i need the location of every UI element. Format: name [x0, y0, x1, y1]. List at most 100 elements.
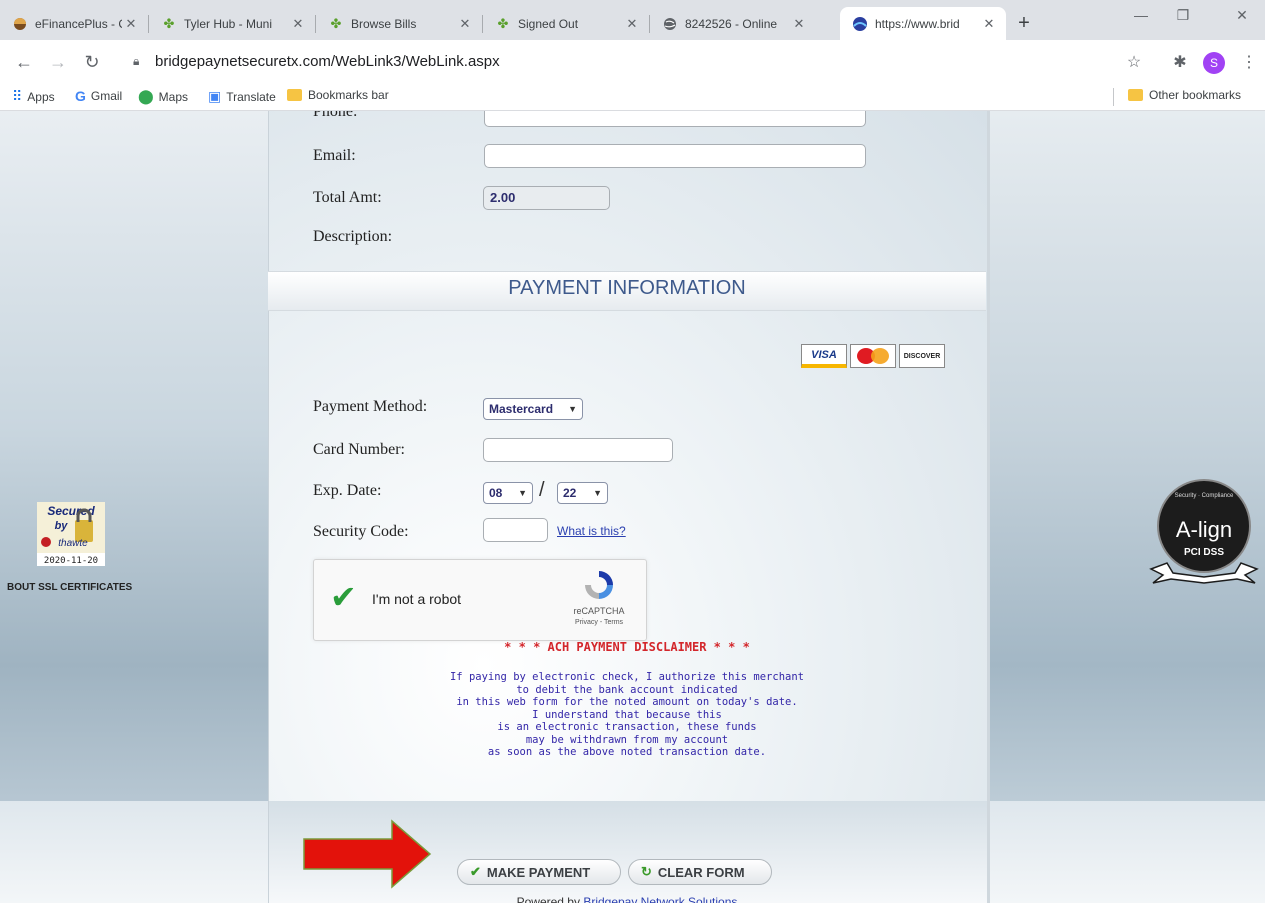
card-number-label: Card Number: — [313, 441, 405, 458]
close-icon[interactable]: ✕ — [456, 16, 474, 32]
discover-logo: DISCOVER — [899, 344, 945, 368]
bookmark-divider — [1113, 88, 1114, 106]
disclaimer-body: If paying by electronic check, I authori… — [268, 671, 986, 759]
ssl-certificates-caption[interactable]: BOUT SSL CERTIFICATES — [7, 582, 132, 593]
checkmark-icon[interactable]: ✔ — [330, 578, 357, 616]
bridgepay-link[interactable]: Bridgepay Network Solutions — [583, 895, 737, 903]
folder-icon — [1128, 89, 1143, 101]
bookmark-star-icon[interactable]: ☆ — [1122, 51, 1146, 75]
clear-form-button[interactable]: ↻ CLEAR FORM — [628, 859, 772, 885]
email-label: Email: — [313, 147, 356, 164]
maps-pin-icon: ⬤ — [138, 88, 154, 104]
bridgepay-icon — [852, 16, 868, 32]
security-code-label: Security Code: — [313, 523, 409, 540]
description-label: Description: — [313, 228, 393, 245]
tyler-icon: ✤ — [497, 15, 509, 31]
make-payment-button[interactable]: ✔ MAKE PAYMENT — [457, 859, 621, 885]
disclaimer-line: in this web form for the noted amount on… — [456, 696, 798, 708]
bookmark-maps[interactable]: ⬤ Maps — [138, 88, 188, 105]
back-arrow-icon[interactable]: ← — [10, 48, 38, 76]
exp-month-select[interactable]: 08 ▼ — [483, 482, 533, 504]
recaptcha-brand: reCAPTCHA — [573, 606, 625, 616]
what-is-this-link[interactable]: What is this? — [557, 524, 626, 538]
exp-year-select[interactable]: 22 ▼ — [557, 482, 608, 504]
total-amt-field: 2.00 — [483, 186, 610, 210]
recaptcha-widget: ✔ I'm not a robot reCAPTCHA Privacy - Te… — [313, 559, 647, 641]
lock-icon: 🔒︎ — [133, 54, 140, 68]
bookmark-apps[interactable]: ⠿ Apps — [12, 88, 55, 105]
seal-right-sub: PCI DSS — [1184, 547, 1224, 558]
close-icon[interactable]: ✕ — [980, 16, 998, 32]
close-icon[interactable]: ✕ — [289, 16, 307, 32]
tab-efinanceplus[interactable]: eFinancePlus - C ✕ — [0, 7, 148, 40]
card-number-field[interactable] — [483, 438, 673, 462]
date-separator: / — [539, 479, 545, 501]
bookmark-gmail[interactable]: G Gmail — [75, 88, 122, 104]
phone-field[interactable] — [484, 111, 866, 127]
tyler-icon: ✤ — [330, 15, 342, 31]
close-icon[interactable]: ✕ — [623, 16, 641, 32]
bookmark-translate[interactable]: ▣ Translate — [208, 88, 276, 105]
bookmark-label: Maps — [158, 89, 189, 104]
disclaimer-title: * * * ACH PAYMENT DISCLAIMER * * * — [504, 640, 750, 654]
forward-arrow-icon[interactable]: → — [44, 48, 72, 76]
url-text[interactable]: bridgepaynetsecuretx.com/WebLink3/WebLin… — [155, 53, 500, 70]
tab-title: Browse Bills — [351, 16, 417, 31]
seal-date-text: 2020-11-20 — [44, 556, 98, 566]
menu-kebab-icon[interactable]: ⋮ — [1237, 51, 1261, 75]
chevron-down-icon: ▼ — [593, 488, 602, 498]
phone-label: Phone: — [313, 111, 358, 120]
make-payment-label: MAKE PAYMENT — [486, 864, 591, 880]
tab-title: https://www.brid — [875, 16, 960, 31]
seal-right-ribbon: Security · Compliance — [1175, 493, 1234, 499]
tab-signed-out[interactable]: ✤ Signed Out ✕ — [483, 7, 649, 40]
bookmarks-bar — [0, 84, 1265, 111]
payment-method-label: Payment Method: — [313, 398, 428, 415]
recaptcha-links[interactable]: Privacy - Terms — [569, 619, 629, 626]
tab-title: eFinancePlus - C — [35, 16, 122, 31]
tab-title: Signed Out — [518, 16, 579, 31]
total-amt-label: Total Amt: — [313, 189, 382, 206]
avatar[interactable]: S — [1203, 52, 1225, 74]
clear-form-label: CLEAR FORM — [657, 864, 745, 880]
tab-title: 8242526 - Online — [685, 16, 778, 31]
seal-right-brand: A-lign — [1176, 517, 1232, 542]
translate-icon: ▣ — [208, 88, 222, 104]
powered-prefix: Powered by — [516, 895, 584, 903]
refresh-icon: ↻ — [641, 864, 652, 879]
reload-icon[interactable]: ↻ — [78, 48, 106, 76]
seal-by-text: by — [55, 520, 69, 532]
payment-section-title: PAYMENT INFORMATION — [508, 277, 746, 299]
email-field[interactable] — [484, 144, 866, 168]
tab-bridgepay-active[interactable]: https://www.brid ✕ — [840, 7, 1006, 40]
exp-year-value: 22 — [563, 486, 577, 500]
chevron-down-icon: ▼ — [568, 404, 577, 414]
google-g-icon: G — [75, 88, 86, 104]
tab-browse-bills[interactable]: ✤ Browse Bills ✕ — [316, 7, 482, 40]
security-code-field[interactable] — [483, 518, 548, 542]
other-bookmarks[interactable]: Other bookmarks — [1128, 88, 1241, 102]
close-icon[interactable]: ✕ — [790, 16, 808, 32]
page-content: Phone: Email: Total Amt: 2.00 Descriptio… — [0, 111, 1265, 903]
red-arrow-annotation — [303, 819, 432, 889]
bookmark-label: Bookmarks bar — [308, 88, 389, 102]
chevron-down-icon: ▼ — [518, 488, 527, 498]
close-icon[interactable]: ✕ — [122, 16, 140, 32]
button-band — [0, 801, 1265, 903]
recaptcha-label: I'm not a robot — [372, 591, 462, 607]
tab-tyler-hub[interactable]: ✤ Tyler Hub - Muni ✕ — [149, 7, 315, 40]
new-tab-button[interactable]: + — [1010, 9, 1038, 37]
efinance-icon — [12, 16, 28, 32]
payment-method-select[interactable]: Mastercard ▼ — [483, 398, 583, 420]
globe-icon — [662, 16, 678, 32]
minimize-icon[interactable]: — — [1118, 0, 1164, 30]
thawte-seal[interactable]: Secured by thawte 2020-11-20 — [37, 502, 105, 566]
bookmark-folder[interactable]: Bookmarks bar — [287, 88, 389, 102]
visa-logo: VISA — [801, 344, 847, 368]
restore-icon[interactable]: ❐ — [1160, 0, 1206, 30]
tab-online-record[interactable]: 8242526 - Online ✕ — [650, 7, 816, 40]
disclaimer-line: may be withdrawn from my account — [525, 733, 729, 746]
tab-title: Tyler Hub - Muni — [184, 16, 273, 31]
close-window-icon[interactable]: ✕ — [1219, 0, 1265, 30]
extensions-puzzle-icon[interactable]: ✱ — [1168, 51, 1192, 75]
